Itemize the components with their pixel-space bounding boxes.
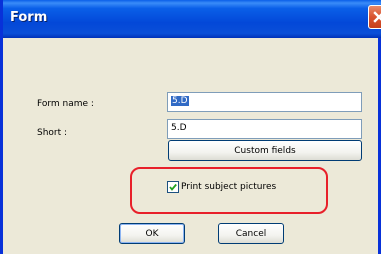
print-subject-pictures-checkbox[interactable] [167, 181, 179, 193]
ok-button-label: OK [145, 228, 159, 239]
form-name-label: Form name : [37, 99, 94, 109]
custom-fields-button-label: Custom fields [234, 145, 296, 156]
title-bar[interactable]: Form [3, 0, 381, 38]
cancel-button[interactable]: Cancel [218, 223, 284, 244]
short-value: 5.D [171, 123, 187, 133]
close-button[interactable] [368, 5, 381, 29]
print-subject-pictures-label[interactable]: Print subject pictures [181, 182, 276, 192]
cancel-button-label: Cancel [235, 228, 267, 239]
ok-button[interactable]: OK [119, 223, 185, 244]
custom-fields-button[interactable]: Custom fields [168, 140, 362, 161]
form-name-value: 5.D [171, 96, 189, 106]
short-label: Short : [37, 128, 68, 138]
short-input[interactable]: 5.D [167, 119, 362, 139]
window-title: Form [10, 10, 48, 25]
close-icon [373, 11, 381, 23]
form-name-input[interactable]: 5.D [167, 92, 362, 112]
checkmark-icon [169, 183, 177, 191]
